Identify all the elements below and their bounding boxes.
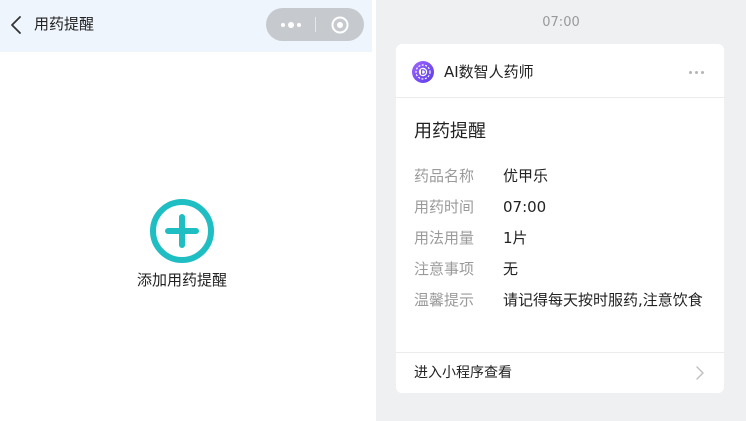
open-miniprogram-link[interactable]: 进入小程序查看 [396, 352, 724, 393]
more-dots-icon [688, 70, 692, 74]
reminder-card: AI数智人药师 用药提醒 药品名称 优甲乐 用药时间 07:00 用法用量 1片 [396, 44, 724, 393]
field-value: 1片 [503, 229, 528, 247]
chat-panel: 07:00 AI数智人药师 用药提醒 药品名称 优甲乐 用药时间 07:00 用… [376, 0, 746, 421]
target-circle-icon [331, 16, 348, 33]
field-label: 温馨提示 [414, 291, 475, 309]
back-button[interactable] [8, 12, 26, 38]
page-title: 用药提醒 [34, 15, 95, 33]
field-label: 用法用量 [414, 229, 475, 247]
add-reminder-button[interactable]: 添加用药提醒 [120, 198, 244, 290]
field-label: 注意事项 [414, 260, 475, 278]
screen: 用药提醒 添加用药提醒 07:00 AI数智人药师 用药提醒 药品名称 优甲乐 … [0, 0, 746, 421]
field-value: 07:00 [503, 198, 547, 216]
card-title: 用药提醒 [414, 121, 486, 142]
field-value: 请记得每天按时服药,注意饮食 [503, 291, 703, 309]
more-dots-button[interactable] [266, 8, 315, 41]
open-miniprogram-label: 进入小程序查看 [414, 365, 512, 381]
sender-name: AI数智人药师 [444, 63, 534, 81]
more-dots-icon [280, 22, 285, 27]
chevron-right-icon [696, 366, 704, 380]
field-value: 无 [503, 260, 519, 278]
field-label: 用药时间 [414, 198, 475, 216]
nav-bar: 用药提醒 [0, 0, 372, 52]
field-value: 优甲乐 [503, 167, 549, 185]
capsule-menu [266, 8, 364, 41]
add-reminder-label: 添加用药提醒 [136, 271, 227, 289]
pharmacist-avatar-icon [412, 61, 434, 83]
plus-circle-icon [150, 199, 214, 263]
card-more-button[interactable] [682, 62, 710, 82]
close-miniprogram-button[interactable] [315, 8, 364, 41]
field-label: 药品名称 [414, 167, 475, 185]
card-header: AI数智人药师 [396, 44, 724, 98]
chevron-left-icon [11, 16, 21, 34]
mini-program-page: 用药提醒 添加用药提醒 [0, 0, 372, 421]
message-time: 07:00 [542, 15, 580, 30]
